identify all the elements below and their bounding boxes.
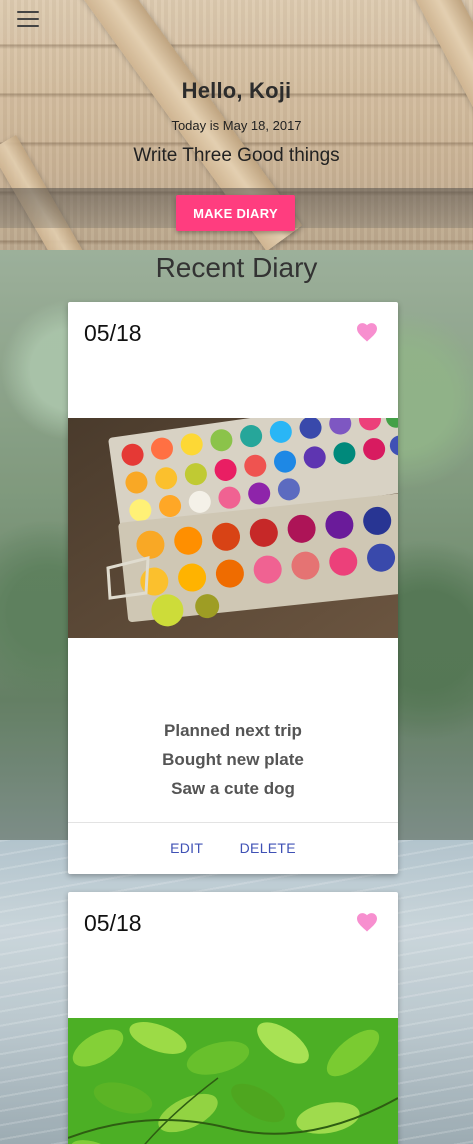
hamburger-menu-icon[interactable] — [17, 11, 39, 27]
diary-card: 05/18 — [68, 892, 398, 1144]
good-thing-2: Bought new plate — [162, 750, 304, 769]
diary-date: 05/18 — [84, 910, 142, 936]
good-thing-3: Saw a cute dog — [171, 779, 295, 798]
heart-icon[interactable] — [356, 322, 378, 342]
greeting: Hello, Koji — [181, 78, 292, 103]
delete-button[interactable]: DELETE — [240, 840, 296, 856]
hero-section: Hello, Koji Today is May 18, 2017 Write … — [0, 78, 473, 167]
section-title: Recent Diary — [155, 252, 318, 283]
diary-image-green-leaves — [68, 1018, 398, 1144]
diary-good-things: Planned next trip Bought new plate Saw a… — [68, 716, 398, 803]
good-thing-1: Planned next trip — [164, 721, 302, 740]
diary-date: 05/18 — [84, 320, 142, 346]
edit-button[interactable]: EDIT — [170, 840, 203, 856]
diary-image-watercolor-palette — [68, 418, 398, 638]
make-diary-button[interactable]: MAKE DIARY — [176, 195, 295, 231]
diary-card: 05/18 — [68, 302, 398, 874]
prompt-text: Write Three Good things — [133, 145, 340, 166]
card-actions: EDIT DELETE — [68, 840, 398, 858]
card-divider — [68, 822, 398, 823]
heart-icon[interactable] — [356, 912, 378, 932]
today-date: Today is May 18, 2017 — [171, 118, 302, 133]
